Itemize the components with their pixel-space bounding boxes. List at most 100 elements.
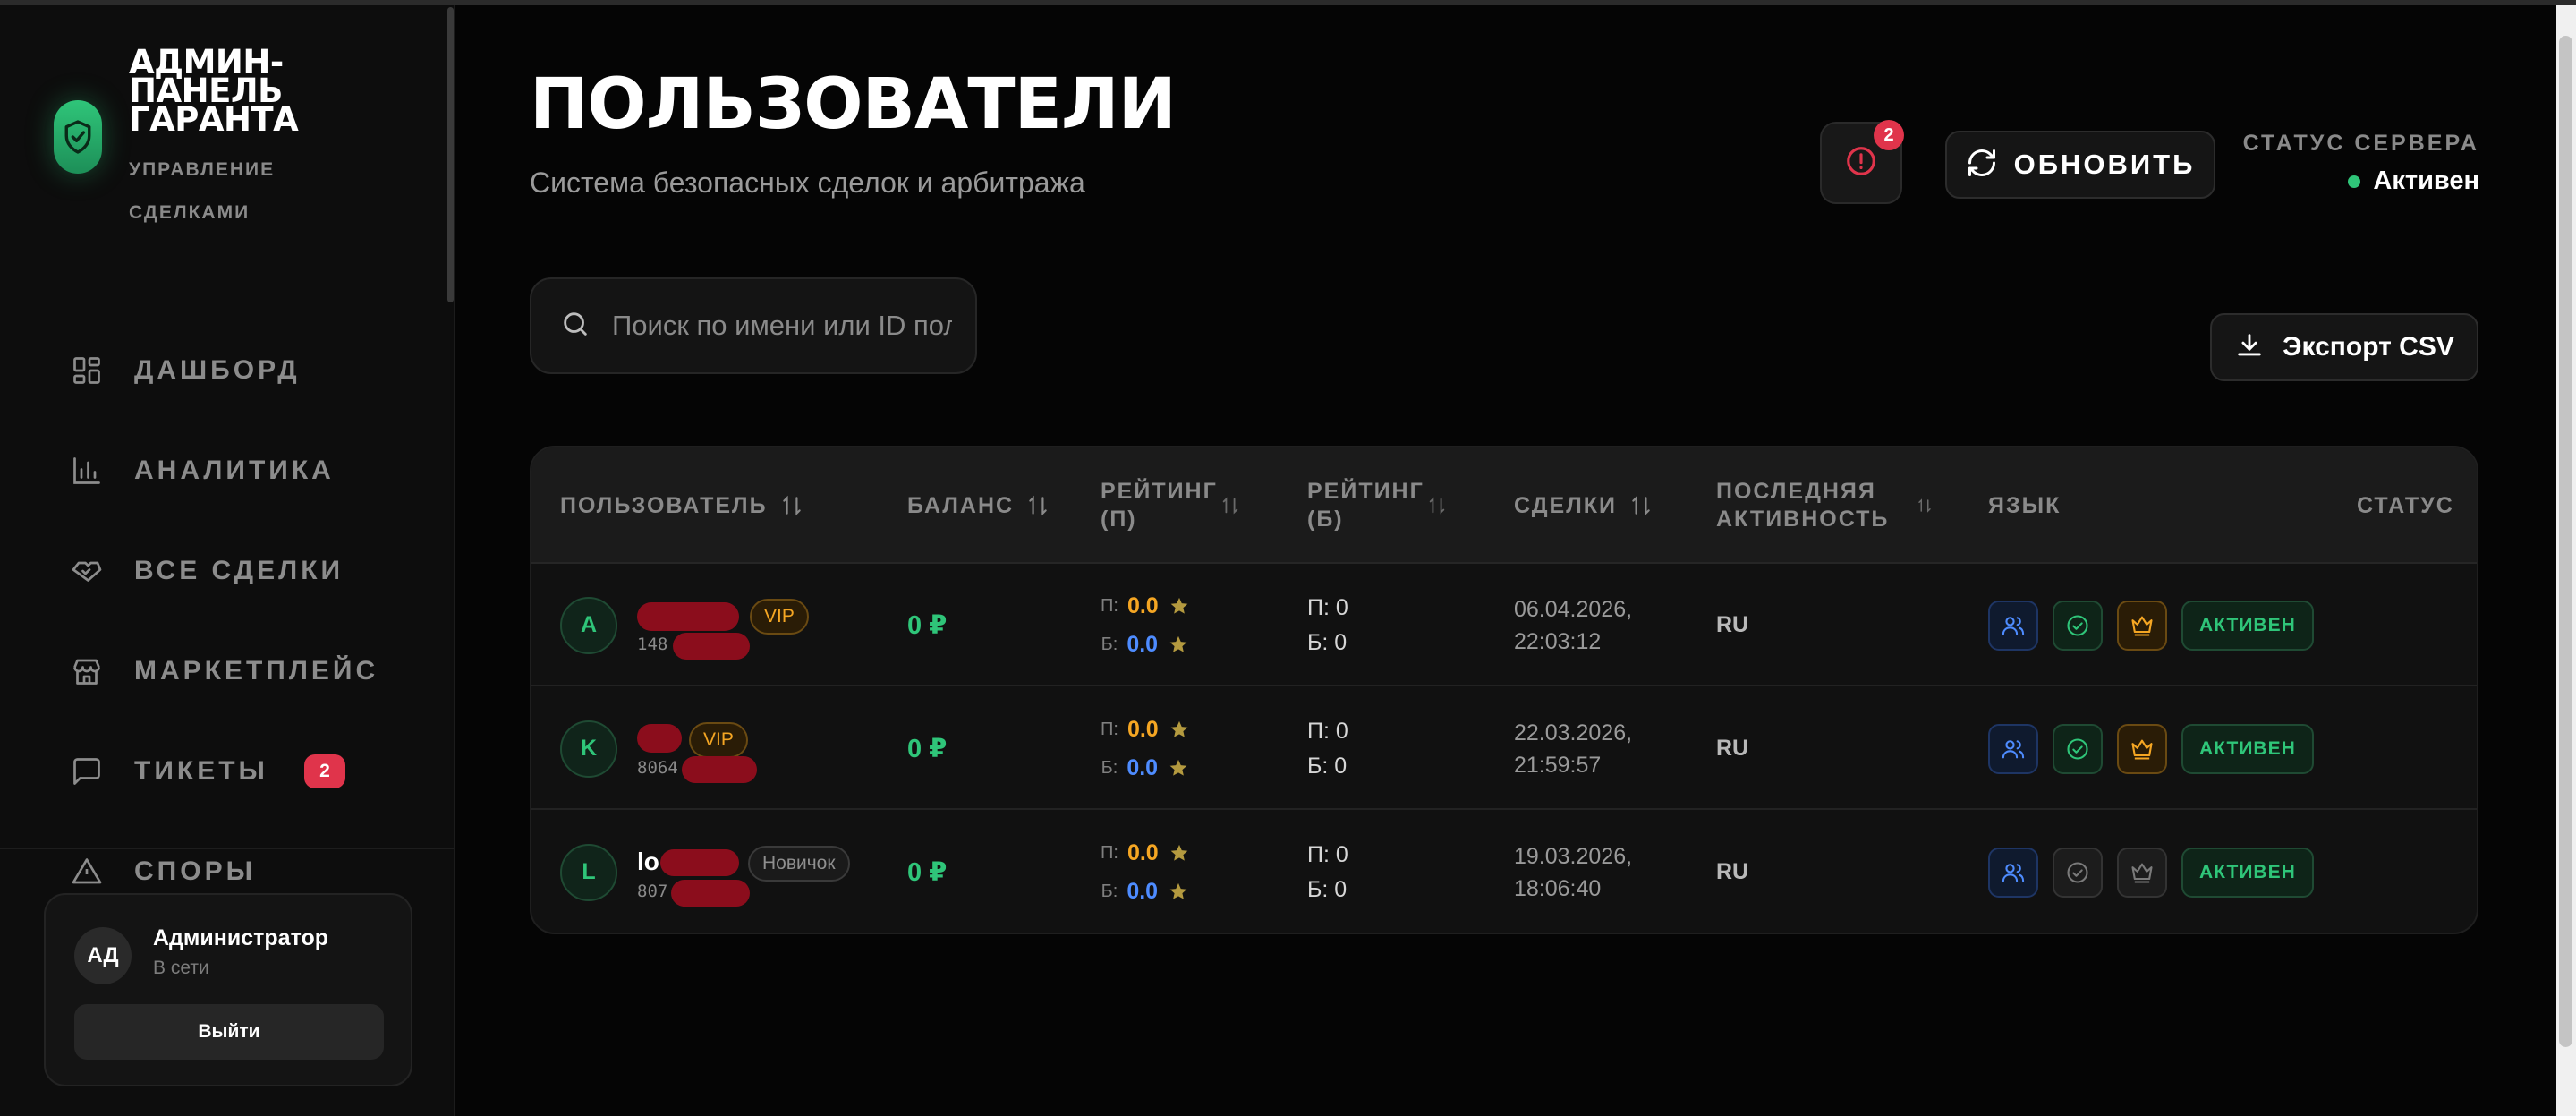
language-value: RU xyxy=(1716,612,1749,637)
star-icon xyxy=(1169,843,1189,863)
search-input[interactable] xyxy=(612,310,952,342)
rating-line-p: П: 0.0 xyxy=(1101,840,1189,866)
column-header-label: ПОСЛЕДНЯЯ АКТИВНОСТЬ xyxy=(1716,479,1890,532)
users-action-button[interactable] xyxy=(1988,847,2038,898)
page-scrollbar-thumb[interactable] xyxy=(2559,36,2572,1047)
star-icon xyxy=(1169,882,1188,901)
sort-icon[interactable] xyxy=(1629,494,1653,517)
deals-counts: П: 0 Б: 0 xyxy=(1307,719,1348,779)
table-header: ПОЛЬЗОВАТЕЛЬ БАЛАНС РЕЙТИНГ (П) РЕЙТИНГ … xyxy=(531,447,2477,564)
star-icon xyxy=(1169,596,1189,616)
sidebar-item-marketplace[interactable]: МАРКЕТПЛЕЙС xyxy=(70,621,378,721)
status-badge: АКТИВЕН xyxy=(2181,723,2314,774)
rating-value: 0.0 xyxy=(1126,839,1159,865)
star-icon xyxy=(1169,720,1189,739)
deals-b: Б: 0 xyxy=(1307,629,1348,655)
rating-label: П: xyxy=(1101,842,1118,863)
refresh-label: ОБНОВИТЬ xyxy=(2013,149,2196,180)
export-csv-button[interactable]: Экспорт CSV xyxy=(2210,313,2478,381)
rating-p-cell: П: 0.0 Б: 0.0 xyxy=(1101,811,1189,933)
language-value: RU xyxy=(1716,859,1749,884)
nav-fade-overlay xyxy=(0,811,454,848)
rating-p-cell: П: 0.0 Б: 0.0 xyxy=(1101,564,1189,686)
admin-status: В сети xyxy=(153,958,209,978)
sort-icon[interactable] xyxy=(1427,496,1447,515)
verify-action-button[interactable] xyxy=(2053,847,2103,898)
search-icon xyxy=(560,309,591,344)
sort-icon[interactable] xyxy=(1026,494,1050,517)
users-action-button[interactable] xyxy=(1988,723,2038,774)
table-row[interactable]: A VIP 148 0 ₽ П: 0.0 Б: 0.0 П: 0 Б: 0 06… xyxy=(531,564,2477,686)
balance-cell: 0 ₽ xyxy=(907,687,947,810)
sidebar-scrollbar[interactable] xyxy=(447,7,454,302)
store-icon xyxy=(70,654,104,688)
rating-label: П: xyxy=(1101,719,1118,739)
sidebar-item-analytics[interactable]: АНАЛИТИКА xyxy=(70,421,378,521)
message-icon xyxy=(70,754,104,788)
status-badge: АКТИВЕН xyxy=(2181,847,2314,898)
balance-cell: 0 ₽ xyxy=(907,811,947,933)
column-header-user: ПОЛЬЗОВАТЕЛЬ xyxy=(560,447,803,564)
sidebar-item-label: СПОРЫ xyxy=(134,856,256,886)
alert-triangle-icon xyxy=(70,855,104,889)
rating-label: Б: xyxy=(1101,881,1118,901)
refresh-button[interactable]: ОБНОВИТЬ xyxy=(1945,131,2215,199)
column-header-label: РЕЙТИНГ (П) xyxy=(1101,479,1218,532)
vip-badge: VIP xyxy=(689,721,748,758)
language-cell: RU xyxy=(1716,687,1748,810)
verify-action-button[interactable] xyxy=(2053,600,2103,651)
status-badge: АКТИВЕН xyxy=(2181,600,2314,651)
actions-cell: АКТИВЕН xyxy=(1988,564,2314,686)
rating-b-cell: П: 0 Б: 0 xyxy=(1307,811,1348,933)
rating-value: 0.0 xyxy=(1126,592,1159,618)
vip-action-button[interactable] xyxy=(2117,847,2167,898)
page-subtitle: Система безопасных сделок и арбитража xyxy=(530,166,1085,199)
column-header-deals: СДЕЛКИ xyxy=(1514,447,1653,564)
sidebar-item-tickets[interactable]: ТИКЕТЫ 2 xyxy=(70,721,378,822)
server-status-value: Активен xyxy=(2373,166,2479,195)
vip-action-button[interactable] xyxy=(2117,600,2167,651)
sidebar-item-dashboard[interactable]: ДАШБОРД xyxy=(70,320,378,421)
column-header-rating-b: РЕЙТИНГ (Б) xyxy=(1307,447,1459,564)
crown-icon xyxy=(2131,616,2153,636)
users-icon xyxy=(2002,739,2025,758)
column-header-label: БАЛАНС xyxy=(907,492,1015,518)
sort-icon[interactable] xyxy=(1220,496,1240,515)
users-action-button[interactable] xyxy=(1988,600,2038,651)
rating-line-b: Б: 0.0 xyxy=(1101,632,1188,658)
shield-check-icon xyxy=(54,100,102,174)
star-icon xyxy=(1169,758,1188,778)
sidebar-item-label: МАРКЕТПЛЕЙС xyxy=(134,656,379,686)
table-row[interactable]: K VIP 8064 0 ₽ П: 0.0 Б: 0.0 П: 0 Б: 0 2… xyxy=(531,687,2477,810)
user-id: 8064 xyxy=(637,757,678,778)
last-activity-value: 06.04.2026, 22:03:12 xyxy=(1514,596,1633,654)
rating-b-cell: П: 0 Б: 0 xyxy=(1307,687,1348,810)
table-row[interactable]: L lo Новичок 807 0 ₽ П: 0.0 Б: 0.0 П: 0 … xyxy=(531,811,2477,933)
deals-b: Б: 0 xyxy=(1307,876,1348,902)
avatar: K xyxy=(560,720,617,778)
check-circle-icon xyxy=(2067,614,2088,636)
verify-action-button[interactable] xyxy=(2053,723,2103,774)
deals-p: П: 0 xyxy=(1307,718,1348,744)
user-cell: A VIP 148 xyxy=(560,564,852,686)
crown-icon xyxy=(2131,863,2153,883)
sort-icon[interactable] xyxy=(1917,498,1933,514)
refresh-icon xyxy=(1966,147,1998,183)
star-icon xyxy=(1169,635,1188,654)
sort-icon[interactable] xyxy=(780,494,803,517)
vip-action-button[interactable] xyxy=(2117,723,2167,774)
sidebar-item-label: АНАЛИТИКА xyxy=(134,456,335,485)
sidebar-item-deals[interactable]: ВСЕ СДЕЛКИ xyxy=(70,521,378,621)
check-circle-icon xyxy=(2067,861,2088,883)
alert-circle-icon xyxy=(1844,144,1878,183)
redaction-mark xyxy=(682,755,757,783)
bar-chart-icon xyxy=(70,454,104,488)
vip-badge: VIP xyxy=(750,598,809,635)
user-id: 807 xyxy=(637,881,668,901)
deals-p: П: 0 xyxy=(1307,594,1348,620)
logout-button[interactable]: Выйти xyxy=(74,1004,384,1060)
admin-name: Администратор xyxy=(153,925,329,950)
avatar: L xyxy=(560,843,617,901)
column-header-label: РЕЙТИНГ (Б) xyxy=(1307,479,1424,532)
handshake-icon xyxy=(70,554,104,588)
